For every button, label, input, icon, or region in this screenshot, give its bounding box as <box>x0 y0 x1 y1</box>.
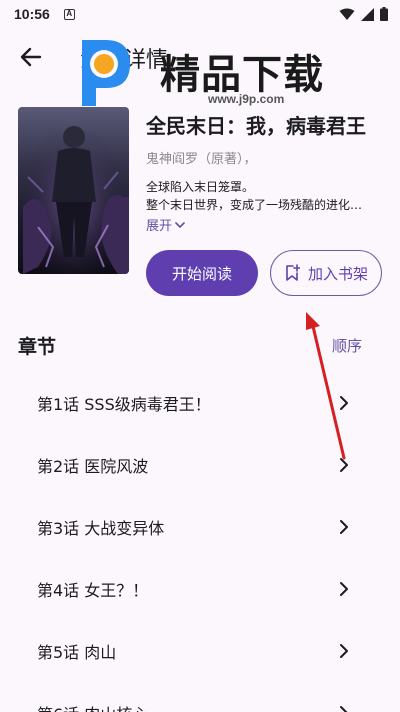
battery-icon <box>380 7 388 21</box>
chapter-item[interactable]: 第3话 大战变异体 <box>0 496 400 558</box>
chapter-item[interactable]: 第4话 女王？！ <box>0 558 400 620</box>
chapter-item[interactable]: 第2话 医院风波 <box>0 434 400 496</box>
expand-label: 展开 <box>146 219 173 234</box>
description-line: 整个末日世界，变成了一场残酷的进化… <box>146 198 363 212</box>
arrow-left-icon <box>20 47 42 67</box>
back-button[interactable] <box>14 40 48 74</box>
chapters-heading: 章节 <box>18 336 57 358</box>
chapter-item[interactable]: 第5话 肉山 <box>0 620 400 682</box>
expand-button[interactable]: 展开 <box>146 215 185 234</box>
book-description: 全球陷入末日笼罩。 整个末日世界，变成了一场残酷的进化… <box>146 178 382 214</box>
toolbar: 漫画详情 <box>0 28 400 86</box>
signal-icon <box>361 7 374 21</box>
page-title: 漫画详情 <box>80 48 169 73</box>
bookmark-add-icon <box>286 264 300 281</box>
notification-icon: A <box>63 8 75 20</box>
chapter-title: 第6话 肉山核心 <box>37 701 148 712</box>
chevron-down-icon <box>175 221 185 228</box>
chapter-item[interactable]: 第1话 SSS级病毒君王！ <box>0 372 400 434</box>
chapter-title: 第3话 大战变异体 <box>37 519 165 538</box>
chevron-right-icon <box>340 582 348 596</box>
chapter-title: 第5话 肉山 <box>37 643 117 662</box>
book-author: 鬼神阎罗（原著）， <box>146 152 257 167</box>
chevron-right-icon <box>340 520 348 534</box>
wifi-icon <box>339 8 355 20</box>
chapter-title: 第1话 SSS级病毒君王！ <box>37 395 211 414</box>
cover-artwork <box>18 107 129 274</box>
chapter-item[interactable]: 第6话 肉山核心 <box>0 682 400 712</box>
chevron-right-icon <box>340 396 348 410</box>
chapter-title: 第2话 医院风波 <box>37 457 149 476</box>
chapter-title: 第4话 女王？！ <box>37 581 149 600</box>
add-to-shelf-label: 加入书架 <box>307 264 368 283</box>
start-reading-button[interactable]: 开始阅读 <box>146 250 258 296</box>
book-title: 全民末日：我，病毒君王 <box>146 114 366 138</box>
add-to-shelf-button[interactable]: 加入书架 <box>270 250 382 296</box>
chapter-list: 第1话 SSS级病毒君王！ 第2话 医院风波 第3话 大战变异体 第4话 女王？… <box>0 372 400 712</box>
description-line: 全球陷入末日笼罩。 <box>146 180 255 194</box>
chevron-right-icon <box>340 458 348 472</box>
chevron-right-icon <box>340 706 348 712</box>
watermark-url: www.j9p.com <box>208 92 285 106</box>
status-bar: 10:56 A <box>0 0 400 28</box>
status-time: 10:56 <box>14 6 50 22</box>
chevron-right-icon <box>340 644 348 658</box>
sort-order-button[interactable]: 顺序 <box>332 335 362 356</box>
book-cover[interactable] <box>18 107 129 274</box>
start-reading-label: 开始阅读 <box>171 264 232 283</box>
status-indicators <box>339 7 388 21</box>
